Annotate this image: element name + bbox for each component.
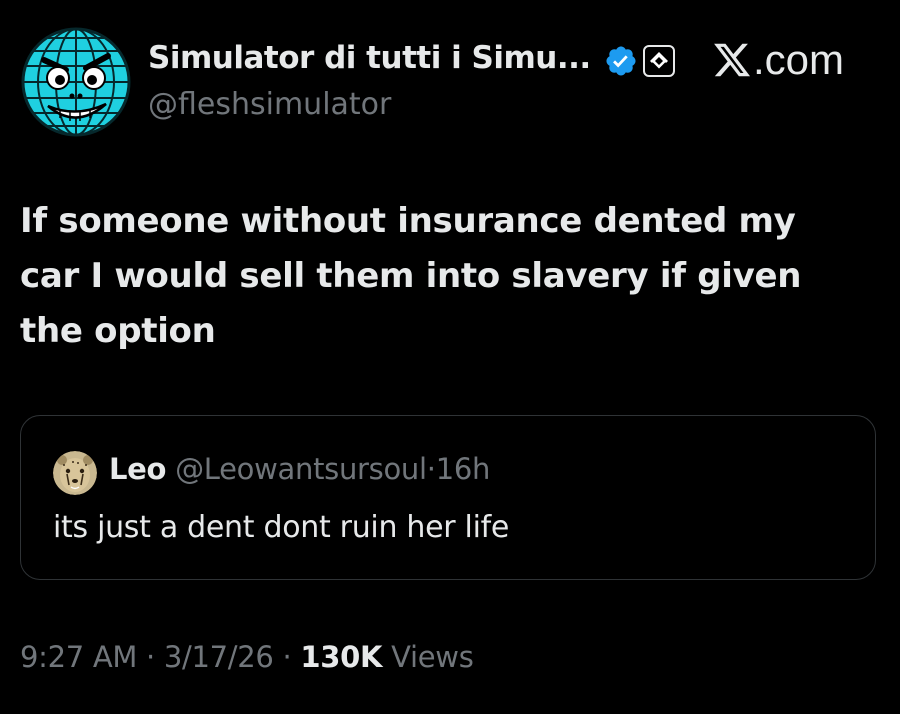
separator-dot: · <box>282 640 292 674</box>
quoted-tweet-text: its just a dent dont ruin her life <box>53 510 510 545</box>
quoted-author-handle[interactable]: @Leowantsursoul <box>175 452 427 486</box>
tweet-date[interactable]: 3/17/26 <box>164 640 274 674</box>
affiliate-badge-icon <box>643 45 675 77</box>
x-com-label: .com <box>753 36 845 83</box>
verified-badge-icon <box>606 46 636 76</box>
author-display-name[interactable]: Simulator di tutti i Simu... <box>148 40 591 76</box>
quoted-tweet-header: Leo @Leowantsursoul·16h <box>109 452 490 486</box>
tweet-text: If someone without insurance dented my c… <box>20 201 802 351</box>
quoted-tweet-card[interactable]: Leo @Leowantsursoul·16h its just a dent … <box>20 415 876 580</box>
tweet-meta: 9:27 AM · 3/17/26 · 130K Views <box>20 640 474 674</box>
quoted-tweet-time[interactable]: 16h <box>436 452 491 486</box>
x-com-watermark: .com <box>712 36 844 84</box>
x-logo-icon <box>714 43 751 77</box>
separator-dot: · <box>426 452 436 486</box>
tweet-time[interactable]: 9:27 AM <box>20 640 137 674</box>
separator-dot: · <box>146 640 155 674</box>
author-handle[interactable]: @fleshsimulator <box>148 87 391 122</box>
views-label: Views <box>391 640 474 674</box>
views-count[interactable]: 130K <box>300 640 382 674</box>
grinning-globe-face-icon[interactable] <box>20 26 132 138</box>
cheetah-avatar-icon[interactable] <box>53 451 97 495</box>
quoted-author-name[interactable]: Leo <box>109 452 166 486</box>
